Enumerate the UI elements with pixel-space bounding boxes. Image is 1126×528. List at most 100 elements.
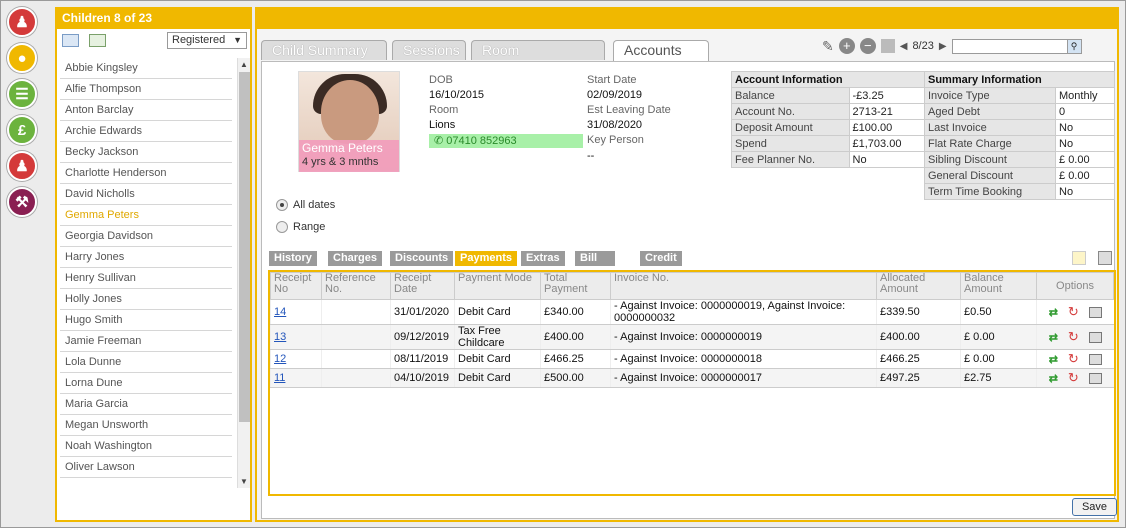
people-icon[interactable]: ♟ [7,151,37,181]
list-item[interactable]: Lola Dunne [60,352,232,373]
start-date-label: Start Date [587,74,637,86]
leaving-date-value: 31/08/2020 [587,119,643,131]
notes-icon[interactable]: ☰ [7,79,37,109]
pound-icon[interactable]: £ [7,115,37,145]
info-row: Sibling Discount £ 0.00 [923,151,1115,168]
list-item[interactable]: Oliver Lawson [60,457,232,478]
family-icon[interactable]: ♟ [7,7,37,37]
cell-balance: £2.75 [960,368,1037,388]
info-row: Last Invoice No [923,119,1115,136]
list-item[interactable]: Alfie Thompson [60,79,232,100]
document-icon[interactable] [880,39,895,53]
table-row[interactable]: 11 04/10/2019 Debit Card £500.00- Against I… [270,368,1114,388]
next-record-icon[interactable]: ▶ [939,41,947,52]
subtab-payments[interactable]: Payments [455,251,517,266]
grid-view-icon[interactable] [89,34,106,47]
remove-icon[interactable]: − [859,38,876,54]
photo-face [321,80,379,144]
search-input[interactable]: ⚲ [951,38,1082,54]
list-item[interactable]: Becky Jackson [60,142,232,163]
prev-record-icon[interactable]: ◀ [900,41,908,52]
print-icon[interactable] [1088,353,1102,365]
list-item[interactable]: Georgia Davidson [60,226,232,247]
subtab-extras[interactable]: Extras [521,251,565,266]
list-item[interactable]: Harry Jones [60,247,232,268]
print-icon[interactable] [1088,331,1102,343]
phone-field[interactable]: ✆ 07410 852963 [429,134,583,148]
range-label: Range [293,221,326,233]
list-item[interactable]: Maria Garcia [60,394,232,415]
list-item[interactable]: Henry Sullivan [60,268,232,289]
table-row[interactable]: 14 31/01/2020 Debit Card £340.00- Against I… [270,299,1114,325]
radio-selected-icon[interactable] [276,199,288,211]
new-document-icon[interactable] [1072,251,1086,265]
refund-icon[interactable]: ↻ [1068,329,1079,345]
scroll-thumb[interactable] [239,72,250,422]
receipt-link[interactable]: 13 [274,331,286,343]
info-value: £ 0.00 [1055,167,1115,184]
gold-badge-icon[interactable]: ● [7,43,37,73]
list-item[interactable]: Anton Barclay [60,100,232,121]
save-button[interactable]: Save [1072,498,1117,516]
status-filter-select[interactable]: Registered ▼ [167,32,247,49]
subtab-discounts[interactable]: Discounts [390,251,454,266]
radio-unselected-icon[interactable] [276,221,288,233]
children-scrollbar[interactable]: ▲ ▼ [237,58,250,488]
table-row[interactable]: 12 08/11/2019 Debit Card £466.25- Against I… [270,349,1114,369]
allocate-icon[interactable]: ⇄ [1049,353,1058,366]
info-key: Aged Debt [923,103,1057,120]
tab-room-movements[interactable]: Room Movements [471,40,605,77]
allocate-icon[interactable]: ⇄ [1049,331,1058,344]
list-item[interactable]: Charlotte Henderson [60,163,232,184]
refund-icon[interactable]: ↻ [1068,351,1079,367]
tab-child-summary[interactable]: Child Summary [261,40,387,60]
subtab-credit[interactable]: Credit [640,251,682,266]
subtab-history[interactable]: History [269,251,317,266]
receipt-link[interactable]: 12 [274,353,286,365]
info-key: Balance [731,87,850,104]
subtab-bill-payer[interactable]: Bill Payer [575,251,615,279]
list-item[interactable]: David Nicholls [60,184,232,205]
scroll-down-icon[interactable]: ▼ [240,477,248,486]
refund-icon[interactable]: ↻ [1068,370,1079,386]
list-item[interactable]: Abbie Kingsley [60,58,232,79]
receipt-link[interactable]: 14 [274,306,286,318]
range-radio[interactable]: Range [276,221,325,233]
info-key: Last Invoice [923,119,1057,136]
allocate-icon[interactable]: ⇄ [1049,372,1058,385]
list-item[interactable]: Hugo Smith [60,310,232,331]
list-item[interactable]: Gemma Peters [60,205,232,226]
list-item[interactable]: Holly Jones [60,289,232,310]
cell-allocated: £400.00 [876,324,961,350]
info-row: Flat Rate Charge No [923,135,1115,152]
allocate-icon[interactable]: ⇄ [1049,306,1058,319]
info-value: No [1055,183,1115,200]
list-item[interactable]: Noah Washington [60,436,232,457]
info-value: 2713-21 [848,103,926,120]
cell-invoice: - Against Invoice: 0000000019 [610,324,877,350]
wrench-icon[interactable]: ⚒ [7,187,37,217]
receipt-link[interactable]: 11 [274,372,285,384]
print-icon[interactable] [1088,306,1102,318]
list-item[interactable]: Archie Edwards [60,121,232,142]
add-icon[interactable]: + [838,38,855,54]
info-key: General Discount [923,167,1057,184]
list-view-icon[interactable] [62,34,79,47]
tab-sessions[interactable]: Sessions [392,40,466,60]
refund-icon[interactable]: ↻ [1068,304,1079,320]
cell-mode: Debit Card [454,368,541,388]
search-icon[interactable]: ⚲ [1066,39,1081,53]
children-toolbar: Registered ▼ [57,29,250,55]
all-dates-radio[interactable]: All dates [276,199,335,211]
print-icon[interactable] [1088,372,1102,384]
list-item[interactable]: Lorna Dune [60,373,232,394]
print-icon[interactable] [1098,251,1112,265]
scroll-up-icon[interactable]: ▲ [240,60,248,69]
list-item[interactable]: Jamie Freeman [60,331,232,352]
subtab-charges[interactable]: Charges [328,251,383,266]
list-item[interactable]: Megan Unsworth [60,415,232,436]
cell-no: 11 [270,368,322,388]
edit-icon[interactable]: ✎ [822,38,834,55]
table-row[interactable]: 13 09/12/2019 Tax Free Childcare £400.00- A… [270,324,1114,350]
tab-accounts[interactable]: Accounts [613,40,709,62]
